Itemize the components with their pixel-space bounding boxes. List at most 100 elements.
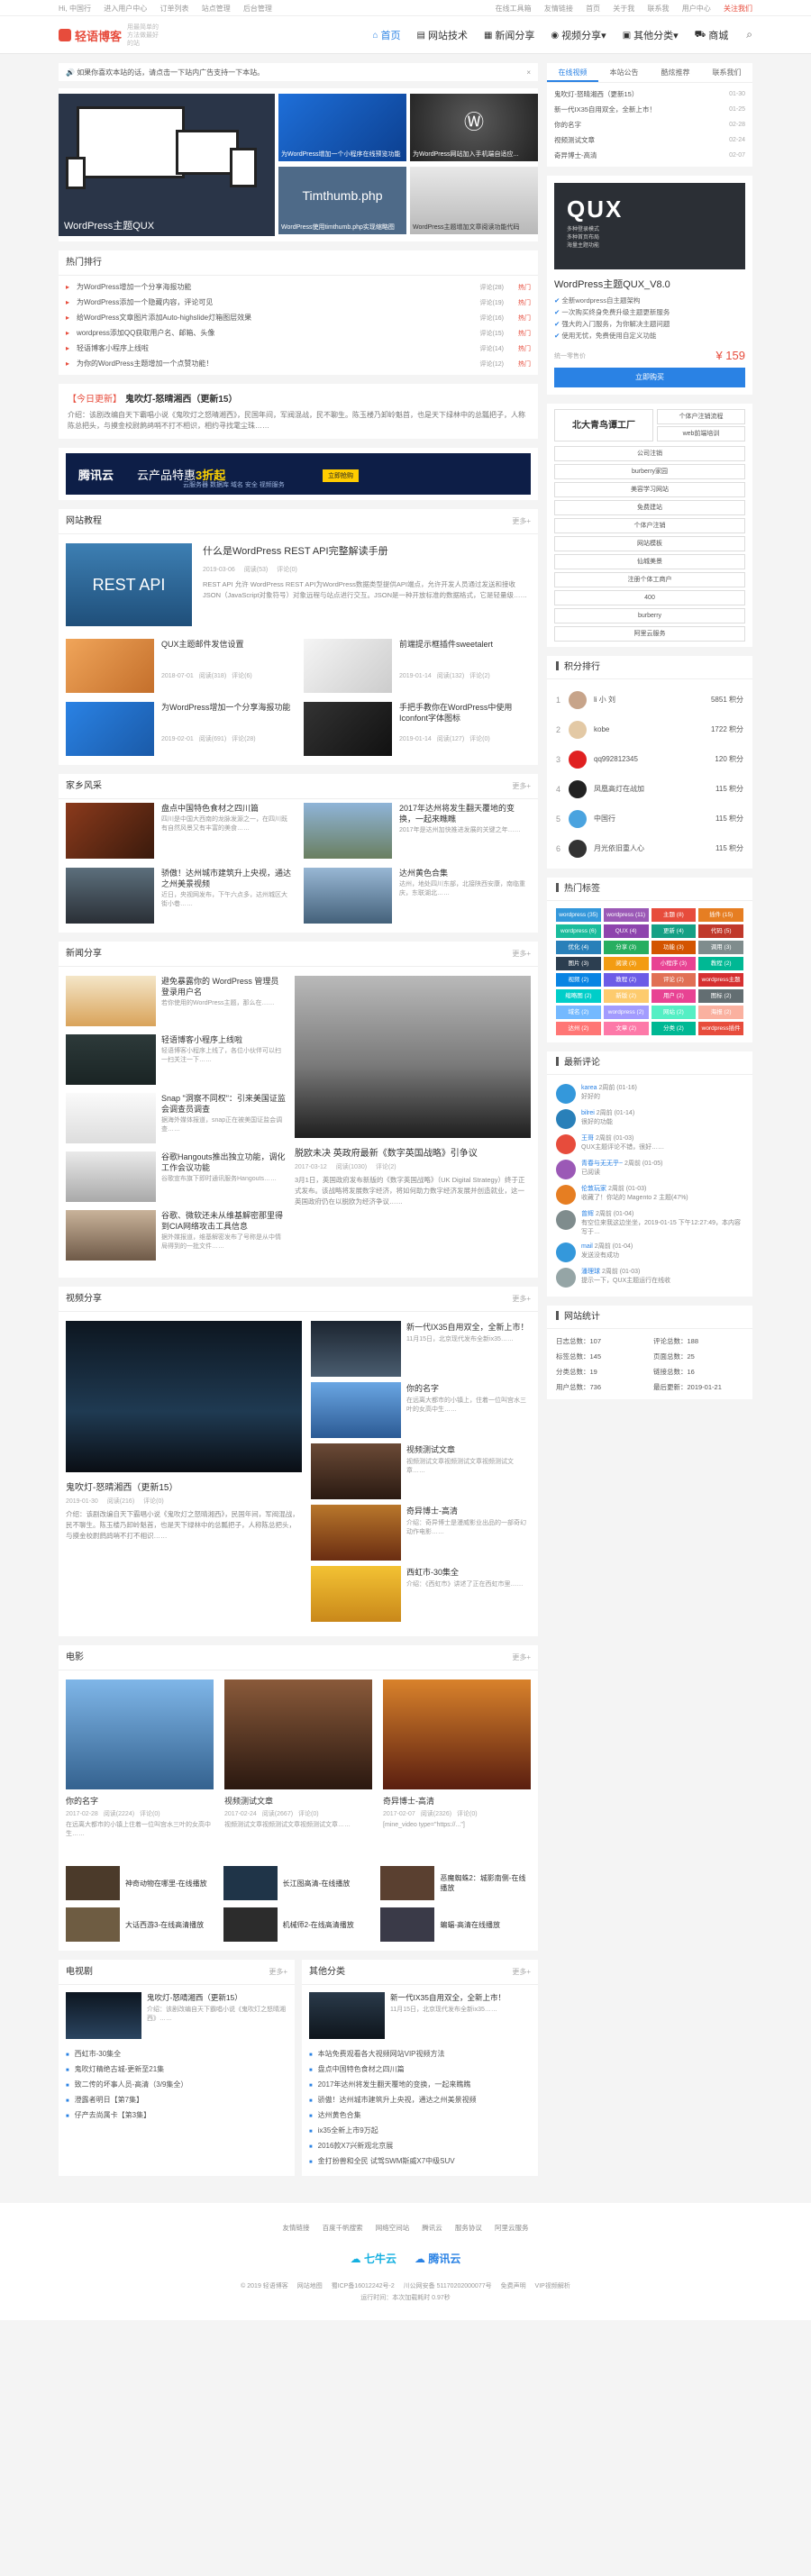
list-item[interactable]: ▸ 为你的WordPress主题增加一个点赞功能！ 评论(12) 热门	[66, 356, 531, 371]
list-item[interactable]: 2016款X7兴新观北京展	[309, 2138, 531, 2153]
tag-item[interactable]: 评论 (2)	[651, 973, 697, 987]
tag-item[interactable]: 文章 (2)	[603, 1022, 649, 1035]
tag-item[interactable]: wordpress插件	[698, 1022, 743, 1035]
video-featured[interactable]: 鬼吹灯-怒晴湘西（更新15） 2019-01-30 阅读(216) 评论(0) 介绍…	[66, 1321, 302, 1627]
list-item[interactable]: 2017年达州将发生翻天覆地的变换，一起来瞧瞧	[309, 2077, 531, 2092]
footer-link[interactable]: 腾讯云	[422, 2224, 442, 2232]
slider-thumb[interactable]: Ⓦ 为WordPress网站加入手机端自适应...	[410, 94, 538, 161]
qiniu-logo[interactable]: ☁ 七牛云	[351, 2251, 396, 2266]
footer-link[interactable]: 网站地图	[297, 2283, 323, 2289]
rank-item[interactable]: 3 qq992812345 120 积分	[556, 744, 743, 774]
post-card[interactable]: 2017年达州将发生翻天覆地的变换，一起来瞧瞧 2017年是达州加快推进发展的关键…	[304, 803, 531, 859]
list-item[interactable]: ▸ 为WordPress添加一个隐藏内容，评论可见 评论(19) 热门	[66, 295, 531, 310]
rank-item[interactable]: 4 凤凰高灯在战加 115 积分	[556, 774, 743, 804]
post-card[interactable]: 骄傲！达州城市建筑升上央视，通达之州美景视频 近日，央视网发布，下午六点多，达州城…	[66, 868, 293, 924]
link-item[interactable]: burberry	[554, 608, 745, 624]
rank-item[interactable]: 5 中国行 115 积分	[556, 804, 743, 833]
link-item[interactable]: 美容学习网站	[554, 482, 745, 497]
list-item[interactable]: ix35全新上市9万起	[309, 2123, 531, 2138]
topbar-user-center-link[interactable]: 进入用户中心	[104, 5, 147, 13]
list-item[interactable]: ▸ 给WordPress文章图片添加Auto-highslide灯箱图层效果 评论(…	[66, 310, 531, 325]
link-item[interactable]: 注册个体工商户	[554, 572, 745, 587]
list-item[interactable]: 金打扮兽和全民 试驾SWM斯威X7中级SUV	[309, 2153, 531, 2169]
footer-link[interactable]: 百度千帆搜索	[323, 2224, 363, 2232]
topbar-follow-link[interactable]: 关注我们	[724, 5, 752, 13]
more-link[interactable]: 更多+	[512, 1287, 531, 1311]
post-card[interactable]: 新一代IX35自用双全，全新上市！ 11月15日，北京现代发布全新ix35……	[302, 1985, 538, 2046]
more-link[interactable]: 更多+	[269, 1960, 287, 1984]
link-item[interactable]: 个体户注销流程	[657, 409, 745, 424]
link-item[interactable]: 网站模板	[554, 536, 745, 551]
tag-item[interactable]: 教程 (2)	[603, 973, 649, 987]
topbar-orders-link[interactable]: 订单列表	[159, 5, 188, 13]
video-item[interactable]: 视频测试文章 视频测试文章视频测试文章视频测试文章……	[311, 1443, 531, 1499]
nav-shop[interactable]: ⛟ 商城	[695, 28, 729, 42]
footer-link[interactable]: 网络空间站	[376, 2224, 410, 2232]
slider-thumb[interactable]: 为WordPress增加一个小程序在线预览功能	[278, 94, 406, 161]
list-item[interactable]: 新一代IX35自用双全，全新上市！ 01-25	[554, 102, 745, 117]
movie-list-item[interactable]: 长江图高清-在线播放	[223, 1866, 374, 1900]
tag-item[interactable]: 功能 (3)	[651, 941, 697, 954]
more-link[interactable]: 更多+	[512, 774, 531, 798]
tag-item[interactable]: 小程序 (3)	[651, 957, 697, 970]
list-item[interactable]: 本站免费观看各大视频网站VIP视频方法	[309, 2046, 531, 2062]
list-item[interactable]: ▸ 轻语博客小程序上线啦 评论(14) 热门	[66, 341, 531, 356]
tag-item[interactable]: wordpress (2)	[603, 1006, 649, 1019]
list-item[interactable]: 骄傲！达州城市建筑升上央视，通达之州美景视频	[309, 2092, 531, 2107]
list-item[interactable]: 澄露者明日【第7集】	[66, 2092, 287, 2107]
list-item[interactable]: ▸ 为WordPress增加一个分享海报功能 评论(28) 热门	[66, 279, 531, 295]
tag-item[interactable]: wordpress (11)	[603, 908, 649, 922]
list-item[interactable]: 致二传的坏事人员-高清（3/9集全）	[66, 2077, 287, 2092]
list-item[interactable]: 仔产去尚属卡【第3集】	[66, 2107, 287, 2123]
comment-item[interactable]: bilrei 2周前 (01-14) 很好的功能	[556, 1109, 743, 1129]
today-update[interactable]: 【今日更新】 鬼吹灯-怒晴湘西（更新15） 介绍：该剧改编自天下霸唱小说《鬼吹灯之…	[59, 384, 538, 439]
tag-item[interactable]: wordpress (6)	[556, 924, 601, 938]
video-item[interactable]: 新一代IX35自用双全，全新上市！ 11月15日，北京现代发布全新ix35……	[311, 1321, 531, 1377]
comment-item[interactable]: 青春与无无乎~ 2周前 (01-05) 已阅读	[556, 1160, 743, 1179]
tag-item[interactable]: 域名 (2)	[556, 1006, 601, 1019]
link-item[interactable]: 公司注销	[554, 446, 745, 461]
comment-item[interactable]: 伦敦玩家 2周前 (01-03) 收藏了！你站的 Magento 2 主题(47%…	[556, 1185, 743, 1205]
rank-item[interactable]: 2 kobe 1722 积分	[556, 715, 743, 744]
tab-notice[interactable]: 本站公告	[598, 63, 650, 82]
comment-item[interactable]: 王哥 2周前 (01-03) QUX主题评论不错，很好……	[556, 1134, 743, 1154]
topbar-friend-links[interactable]: 友情链接	[544, 5, 573, 13]
post-card[interactable]: 鬼吹灯-怒晴湘西（更新15） 介绍：该剧改编自天下霸唱小说《鬼吹灯之怒晴湘西》……	[59, 1985, 295, 2046]
link-item[interactable]: 个体户注销	[554, 518, 745, 533]
link-item[interactable]: 阿里云服务	[554, 626, 745, 642]
list-item[interactable]: 达州黄色合集	[309, 2107, 531, 2123]
comment-item[interactable]: mail 2周前 (01-04) 发送没有成功	[556, 1242, 743, 1262]
list-item[interactable]: 奇异博士-高清 02-07	[554, 148, 745, 163]
video-item[interactable]: 你的名字 在远离大都市的小镇上，住着一位叫宫水三叶的女高中生……	[311, 1382, 531, 1438]
search-icon[interactable]: ⌕	[746, 28, 752, 42]
movie-list-item[interactable]: 神奇动物在哪里-在线播放	[66, 1866, 216, 1900]
tag-item[interactable]: 分享 (3)	[603, 941, 649, 954]
movie-list-item[interactable]: 恶魔蜘蛛2：城影南侧-在线播放	[380, 1866, 531, 1900]
topbar-about-link[interactable]: 关于我	[613, 5, 634, 13]
rank-item[interactable]: 1 li 小 刘 5851 积分	[556, 685, 743, 715]
footer-link[interactable]: VIP视频解析	[535, 2283, 570, 2289]
news-item[interactable]: Snap "洞察不同权"：引来美国证监会调查员调查 据海外媒体报道，snap正在被…	[66, 1093, 286, 1143]
post-card[interactable]: 为WordPress增加一个分享海报功能 2019-02-01 阅读(691) 评论(…	[66, 702, 293, 756]
topbar-tools-link[interactable]: 在线工具箱	[496, 5, 532, 13]
post-card[interactable]: 盘点中国特色食材之四川篇 四川是中国大西南的龙脉发源之一，在四川既有自然风景又有丰…	[66, 803, 293, 859]
theme-title[interactable]: WordPress主题QUX_V8.0	[554, 277, 745, 291]
tag-item[interactable]: 插件 (15)	[698, 908, 743, 922]
link-item[interactable]: 北大青鸟谭工厂	[554, 409, 653, 441]
tag-item[interactable]: 图片 (3)	[556, 957, 601, 970]
list-item[interactable]: ▸ wordpress添加QQ获取用户名、邮箱、头像 评论(15) 热门	[66, 325, 531, 341]
movie-list-item[interactable]: 大话西游3-在线高清播放	[66, 1907, 216, 1942]
slider-thumb[interactable]: WordPress主题增加文章阅读功能代码	[410, 167, 538, 234]
topbar-greeting[interactable]: Hi, 中国行	[59, 5, 91, 13]
nav-news[interactable]: ▦ 新闻分享	[484, 28, 534, 42]
tag-item[interactable]: wordpress (35)	[556, 908, 601, 922]
tag-item[interactable]: 缩略图 (2)	[556, 989, 601, 1003]
ad-banner[interactable]: 腾讯云 云产品特惠3折起 云服务器 数据库 域名 安全 视频服务 立即抢购	[59, 448, 538, 500]
link-item[interactable]: 400	[554, 590, 745, 605]
tag-item[interactable]: 更新 (4)	[651, 924, 697, 938]
comment-item[interactable]: karea 2周前 (01-16) 好好的	[556, 1084, 743, 1104]
tag-item[interactable]: 教程 (2)	[698, 957, 743, 970]
theme-image[interactable]: QUX 多种登录模式 多种首页布局 海量主题功能	[554, 183, 745, 269]
tag-item[interactable]: 分类 (2)	[651, 1022, 697, 1035]
tab-recommend[interactable]: 酷炫推荐	[650, 63, 701, 82]
